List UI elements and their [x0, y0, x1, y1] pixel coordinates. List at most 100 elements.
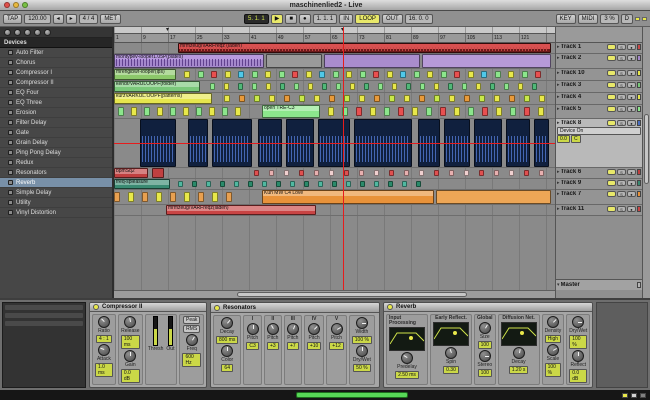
device-on-button[interactable] — [93, 304, 99, 310]
clip-block[interactable] — [386, 71, 393, 78]
browser-tab-1-icon[interactable] — [4, 28, 11, 36]
track-lane[interactable]: open TRE-C3 — [114, 105, 555, 119]
arm-button[interactable]: ● — [627, 70, 636, 76]
clip-block[interactable] — [404, 95, 410, 102]
arm-button[interactable]: ● — [627, 180, 636, 186]
xy-handle[interactable] — [520, 330, 525, 335]
horizontal-scrollbar[interactable] — [114, 290, 555, 298]
record-button[interactable]: ● — [298, 13, 311, 24]
browser-item-reverb[interactable]: Reverb — [0, 178, 112, 188]
knob-dial-ratio[interactable] — [97, 316, 110, 328]
clip-block[interactable] — [220, 181, 225, 187]
clip-block[interactable] — [373, 71, 379, 78]
knob-dial-pitch[interactable] — [286, 323, 299, 335]
clip-block[interactable] — [370, 107, 376, 116]
knob-value[interactable]: 4 : 1 — [96, 335, 112, 343]
track-activator-button[interactable] — [607, 82, 616, 88]
solo-button[interactable]: S — [617, 70, 626, 76]
clip-block[interactable] — [170, 192, 176, 202]
master-unfold-triangle-icon[interactable]: ▾ — [557, 282, 560, 288]
clip-block[interactable] — [280, 83, 285, 90]
arrangement-view[interactable]: ▾▾ 1 9 17 25 33 41 49 57 65 73 81 89 97 105 113 121 mrm… — [114, 27, 555, 298]
clip-block[interactable] — [454, 71, 460, 78]
clip-block[interactable] — [481, 71, 487, 78]
knob-value[interactable]: 100 ms — [120, 335, 140, 349]
browser-item-erosion[interactable]: Erosion — [0, 108, 112, 118]
clip-block[interactable] — [234, 181, 239, 187]
clip-block[interactable] — [378, 83, 383, 90]
clip-block[interactable] — [434, 170, 439, 176]
clip-block[interactable] — [364, 83, 369, 90]
track-header-track-5[interactable]: ▸ Track 5 S ● — [556, 105, 642, 119]
clip[interactable]: Kuh MW C4 Love — [262, 190, 434, 204]
clip[interactable]: kendr/VARULOOPF(folder) — [114, 81, 200, 92]
device-title-bar[interactable]: Reverb — [384, 303, 592, 312]
clip-block[interactable] — [462, 83, 467, 90]
clip-block[interactable] — [304, 181, 309, 187]
clip-block[interactable] — [178, 181, 183, 187]
knob-dial-stereo[interactable] — [478, 350, 491, 362]
unfold-triangle-icon[interactable]: ▸ — [557, 106, 560, 112]
track-activator-button[interactable] — [607, 44, 616, 50]
track-header-track-10[interactable]: ▸ Track 10 S ● — [556, 69, 642, 81]
knob-dial-size[interactable] — [478, 322, 491, 334]
minimize-button[interactable] — [13, 2, 19, 8]
clip-block[interactable] — [389, 170, 394, 176]
clip-block[interactable] — [482, 107, 488, 116]
arm-button[interactable]: ● — [627, 206, 636, 212]
xy-display[interactable] — [500, 322, 537, 346]
browser-item-vinyl-distortion[interactable]: Vinyl Distortion — [0, 208, 112, 218]
knob-dial-pitch[interactable] — [246, 323, 259, 335]
knob-dial-release[interactable] — [124, 316, 137, 328]
clip-block[interactable] — [269, 95, 275, 102]
clip-block[interactable] — [329, 170, 334, 176]
clip-block[interactable] — [510, 107, 516, 116]
clip[interactable] — [422, 54, 551, 68]
clip-block[interactable] — [448, 83, 453, 90]
clip-block[interactable] — [276, 181, 281, 187]
knob-value[interactable]: 50 % — [353, 364, 371, 372]
solo-button[interactable]: S — [617, 55, 626, 61]
track-header-track-7[interactable]: ▸ Track 7 S ● — [556, 190, 642, 205]
solo-button[interactable]: S — [617, 106, 626, 112]
clip-block[interactable] — [265, 71, 271, 78]
clip-block[interactable] — [222, 107, 228, 116]
track-activator-button[interactable] — [607, 191, 616, 197]
clip[interactable]: freq-spleasure — [114, 179, 170, 189]
knob-dial-decay[interactable] — [221, 317, 234, 329]
clip-block[interactable] — [350, 83, 355, 90]
unfold-triangle-icon[interactable]: ▸ — [557, 55, 560, 61]
clip-block[interactable] — [346, 71, 352, 78]
track-activator-button[interactable] — [607, 94, 616, 100]
knob-dial-reflect[interactable] — [572, 350, 585, 362]
unfold-triangle-icon[interactable]: ▸ — [557, 191, 560, 197]
clip-block[interactable] — [266, 83, 271, 90]
knob-value[interactable]: 100 — [477, 341, 492, 349]
clip-block[interactable] — [206, 181, 211, 187]
knob-dial-width[interactable] — [355, 317, 368, 329]
arm-button[interactable]: ● — [627, 106, 636, 112]
clip-block[interactable] — [521, 71, 528, 78]
knob-value[interactable]: 100 % — [351, 336, 372, 344]
xy-display[interactable] — [389, 327, 425, 351]
clip-block[interactable] — [374, 181, 379, 187]
browser-item-ping-pong-delay[interactable]: Ping Pong Delay — [0, 148, 112, 158]
solo-button[interactable]: S — [617, 169, 626, 175]
nudge-down-button[interactable]: ◂ — [52, 13, 64, 24]
tap-tempo-button[interactable]: TAP — [3, 13, 23, 24]
slider-track[interactable] — [153, 316, 159, 346]
browser-item-grain-delay[interactable]: Grain Delay — [0, 138, 112, 148]
unfold-triangle-icon[interactable]: ▸ — [557, 44, 560, 50]
clip-block[interactable] — [144, 107, 150, 116]
device-button-rms[interactable]: RMS — [183, 325, 201, 333]
knob-value[interactable]: C3 — [246, 342, 259, 350]
play-button[interactable]: ▶ — [270, 13, 284, 24]
unfold-triangle-icon[interactable]: ▸ — [557, 206, 560, 212]
clip-block[interactable] — [494, 170, 499, 176]
clip-block[interactable] — [374, 95, 380, 102]
clip-block[interactable] — [157, 107, 163, 116]
clip-block[interactable] — [314, 170, 319, 176]
browser-item-resonators[interactable]: Resonators — [0, 168, 112, 178]
device-button-peak[interactable]: Peak — [183, 316, 201, 324]
clip-block[interactable] — [434, 95, 440, 102]
